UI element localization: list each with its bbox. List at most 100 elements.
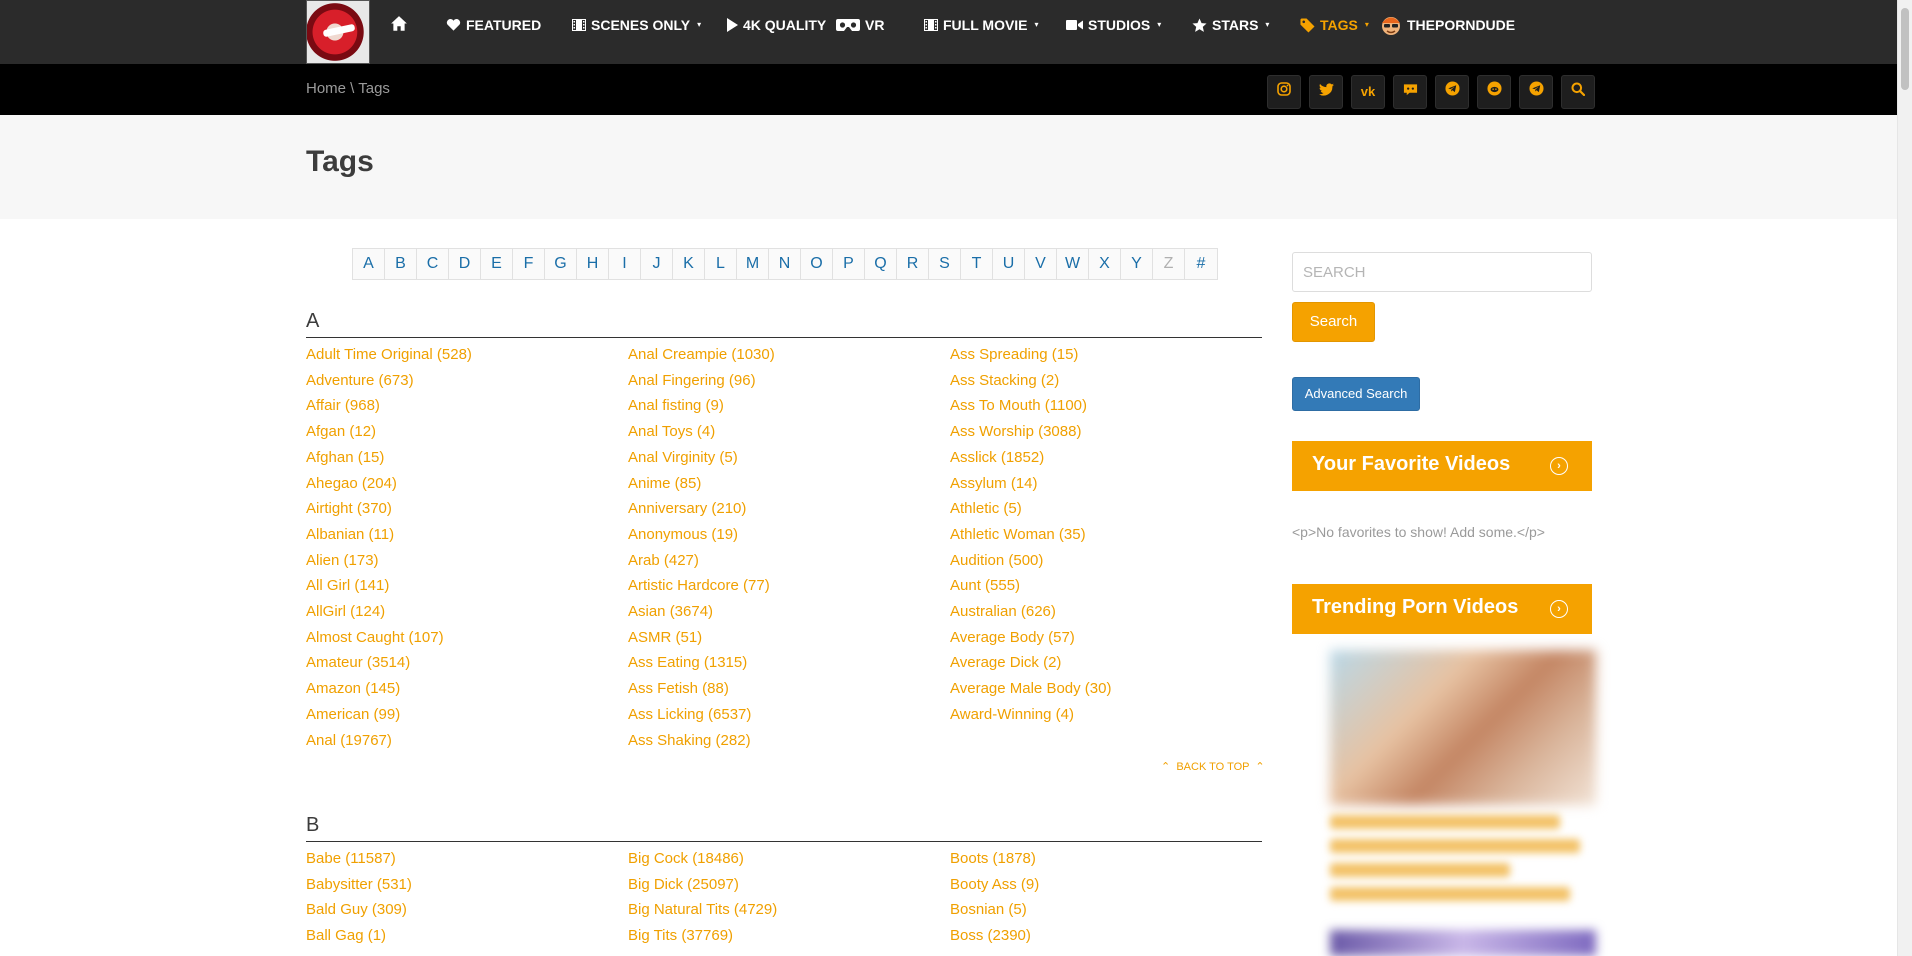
- tag-link[interactable]: Booty Ass (9): [950, 876, 1039, 893]
- letter-link-k[interactable]: K: [673, 249, 705, 279]
- trending-video-thumbnail[interactable]: [1330, 650, 1596, 805]
- page-scrollbar[interactable]: [1897, 0, 1912, 956]
- tag-link[interactable]: Arab (427): [628, 552, 699, 569]
- nav-scenes-only[interactable]: SCENES ONLY ▾: [572, 0, 701, 50]
- tag-link[interactable]: Ass Spreading (15): [950, 346, 1078, 363]
- tag-link[interactable]: Average Body (57): [950, 629, 1075, 646]
- tag-link[interactable]: Afghan (15): [306, 449, 384, 466]
- tag-link[interactable]: Ball Gag (1): [306, 927, 386, 944]
- tag-link[interactable]: Ass Worship (3088): [950, 423, 1081, 440]
- tag-link[interactable]: Ass Licking (6537): [628, 706, 751, 723]
- vk-icon[interactable]: vk: [1351, 75, 1385, 109]
- tag-link[interactable]: Asian (3674): [628, 603, 713, 620]
- tag-link[interactable]: Amazon (145): [306, 680, 400, 697]
- nav-vr[interactable]: VR: [836, 0, 884, 50]
- nav-theporndude[interactable]: THEPORNDUDE: [1380, 0, 1515, 50]
- nav-featured[interactable]: FEATURED: [446, 0, 541, 50]
- tag-link[interactable]: AllGirl (124): [306, 603, 385, 620]
- letter-link-s[interactable]: S: [929, 249, 961, 279]
- tag-link[interactable]: Anal (19767): [306, 732, 392, 749]
- tag-link[interactable]: Boss (2390): [950, 927, 1031, 944]
- sidebar-search-input[interactable]: [1292, 252, 1592, 292]
- nav-studios[interactable]: STUDIOS ▾: [1066, 0, 1161, 50]
- tag-link[interactable]: Amateur (3514): [306, 654, 410, 671]
- tag-link[interactable]: Athletic (5): [950, 500, 1022, 517]
- tag-link[interactable]: Anal fisting (9): [628, 397, 724, 414]
- tag-link[interactable]: Artistic Hardcore (77): [628, 577, 770, 594]
- letter-link-f[interactable]: F: [513, 249, 545, 279]
- letter-link-w[interactable]: W: [1057, 249, 1089, 279]
- nav-tags[interactable]: TAGS ▾: [1300, 0, 1369, 50]
- letter-link-g[interactable]: G: [545, 249, 577, 279]
- favorite-videos-panel-header[interactable]: Your Favorite Videos ›: [1292, 441, 1592, 491]
- letter-link-t[interactable]: T: [961, 249, 993, 279]
- tag-link[interactable]: Boots (1878): [950, 850, 1036, 867]
- tag-link[interactable]: Bosnian (5): [950, 901, 1027, 918]
- tag-link[interactable]: Ass Shaking (282): [628, 732, 751, 749]
- letter-link-q[interactable]: Q: [865, 249, 897, 279]
- trending-video-title-blurred[interactable]: [1330, 805, 1596, 935]
- tag-link[interactable]: Audition (500): [950, 552, 1043, 569]
- back-to-top-link[interactable]: ⌃ BACK TO TOP ⌃: [1161, 760, 1265, 773]
- tag-link[interactable]: Big Tits (37769): [628, 927, 733, 944]
- letter-link-h[interactable]: H: [577, 249, 609, 279]
- tag-link[interactable]: Ass Stacking (2): [950, 372, 1059, 389]
- tag-link[interactable]: Award-Winning (4): [950, 706, 1074, 723]
- tag-link[interactable]: Airtight (370): [306, 500, 392, 517]
- tag-link[interactable]: Adventure (673): [306, 372, 414, 389]
- nav-full-movie[interactable]: FULL MOVIE ▾: [924, 0, 1039, 50]
- letter-link-u[interactable]: U: [993, 249, 1025, 279]
- tag-link[interactable]: Affair (968): [306, 397, 380, 414]
- letter-link-y[interactable]: Y: [1121, 249, 1153, 279]
- letter-link-i[interactable]: I: [609, 249, 641, 279]
- site-logo[interactable]: [306, 0, 370, 64]
- tag-link[interactable]: All Girl (141): [306, 577, 389, 594]
- tag-link[interactable]: Anal Toys (4): [628, 423, 715, 440]
- trending-videos-panel-header[interactable]: Trending Porn Videos ›: [1292, 584, 1592, 634]
- tag-link[interactable]: ASMR (51): [628, 629, 702, 646]
- trending-video-thumbnail[interactable]: [1330, 930, 1596, 956]
- telegram-icon[interactable]: [1519, 75, 1553, 109]
- tag-link[interactable]: Average Male Body (30): [950, 680, 1111, 697]
- letter-link-x[interactable]: X: [1089, 249, 1121, 279]
- tag-link[interactable]: Anal Creampie (1030): [628, 346, 775, 363]
- tag-link[interactable]: Australian (626): [950, 603, 1056, 620]
- scrollbar-thumb[interactable]: [1901, 8, 1909, 90]
- letter-link-r[interactable]: R: [897, 249, 929, 279]
- tag-link[interactable]: Albanian (11): [306, 526, 394, 543]
- tag-link[interactable]: Anniversary (210): [628, 500, 746, 517]
- tag-link[interactable]: Average Dick (2): [950, 654, 1061, 671]
- search-icon[interactable]: [1561, 75, 1595, 109]
- tag-link[interactable]: Almost Caught (107): [306, 629, 444, 646]
- tag-link[interactable]: Adult Time Original (528): [306, 346, 472, 363]
- tag-link[interactable]: Aunt (555): [950, 577, 1020, 594]
- tag-link[interactable]: Ass Fetish (88): [628, 680, 729, 697]
- nav-4k-quality[interactable]: 4K QUALITY: [726, 0, 826, 50]
- tag-link[interactable]: Anal Virginity (5): [628, 449, 738, 466]
- search-button[interactable]: Search: [1292, 302, 1375, 342]
- tag-link[interactable]: Athletic Woman (35): [950, 526, 1086, 543]
- letter-link-c[interactable]: C: [417, 249, 449, 279]
- tag-link[interactable]: Asslick (1852): [950, 449, 1044, 466]
- reddit-icon[interactable]: [1477, 75, 1511, 109]
- twitter-icon[interactable]: [1309, 75, 1343, 109]
- letter-link-b[interactable]: B: [385, 249, 417, 279]
- tag-link[interactable]: Babe (11587): [306, 850, 396, 867]
- breadcrumb-home[interactable]: Home: [306, 80, 346, 97]
- tag-link[interactable]: Afgan (12): [306, 423, 376, 440]
- tag-link[interactable]: Big Dick (25097): [628, 876, 739, 893]
- tag-link[interactable]: Big Natural Tits (4729): [628, 901, 777, 918]
- tag-link[interactable]: Ahegao (204): [306, 475, 397, 492]
- tag-link[interactable]: Babysitter (531): [306, 876, 412, 893]
- letter-link-v[interactable]: V: [1025, 249, 1057, 279]
- tag-link[interactable]: Ass To Mouth (1100): [950, 397, 1087, 414]
- advanced-search-button[interactable]: Advanced Search: [1292, 377, 1420, 411]
- telegram-icon[interactable]: [1435, 75, 1469, 109]
- tag-link[interactable]: Anonymous (19): [628, 526, 738, 543]
- letter-link-e[interactable]: E: [481, 249, 513, 279]
- tag-link[interactable]: Big Cock (18486): [628, 850, 744, 867]
- home-icon[interactable]: [390, 15, 408, 33]
- letter-link-m[interactable]: M: [737, 249, 769, 279]
- letter-link-j[interactable]: J: [641, 249, 673, 279]
- discord-icon[interactable]: [1393, 75, 1427, 109]
